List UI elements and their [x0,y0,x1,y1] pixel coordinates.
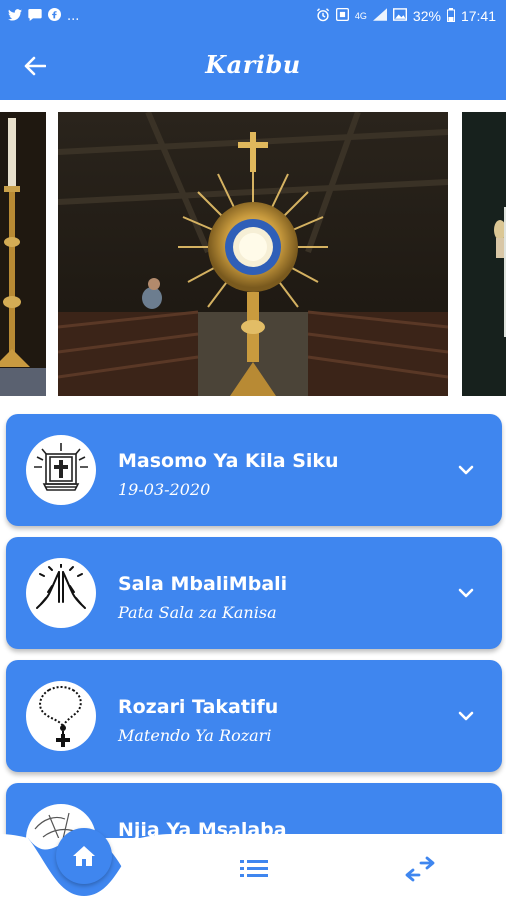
nav-list-button[interactable] [240,858,268,882]
facebook-icon [48,8,61,24]
carousel-slide-candlestick[interactable] [0,112,46,396]
menu-card-sala[interactable]: Sala MbaliMbali Pata Sala za Kanisa [6,537,502,649]
network-type: 4G [354,11,367,21]
rosary-icon [26,681,96,751]
menu-card-rozari[interactable]: Rozari Takatifu Matendo Ya Rozari [6,660,502,772]
chevron-down-icon[interactable] [456,583,476,603]
carousel-slide-monstrance[interactable] [58,112,448,396]
chevron-down-icon[interactable] [456,706,476,726]
praying-hands-icon [26,558,96,628]
alarm-icon [316,7,330,25]
swap-icon [405,856,435,882]
menu-card-subtitle: 19-03-2020 [118,480,211,499]
clock: 17:41 [460,8,496,24]
page-title: Karibu [205,50,301,79]
nav-swap-button[interactable] [405,856,435,886]
nav-home-button[interactable] [56,828,112,884]
candle-image [462,112,506,396]
candlestick-image [0,112,46,396]
monstrance-image [58,112,448,396]
menu-card-title: Sala MbaliMbali [118,573,288,595]
list-icon [240,860,268,877]
status-right: 4G 32% 17:41 [316,7,496,25]
chat-icon [28,8,42,24]
status-more: ... [67,8,80,24]
gallery-icon [392,8,407,24]
menu-card-subtitle: Pata Sala za Kanisa [118,603,277,622]
battery-percent: 32% [412,8,441,24]
menu-card-title: Rozari Takatifu [118,696,279,718]
twitter-icon [8,8,22,24]
menu-card-title: Masomo Ya Kila Siku [118,450,339,472]
image-carousel[interactable] [0,112,506,396]
chevron-down-icon[interactable] [456,460,476,480]
signal-icon [372,8,387,24]
bible-icon [26,435,96,505]
menu-card-subtitle: Matendo Ya Rozari [118,726,272,745]
menu-card-masomo[interactable]: Masomo Ya Kila Siku 19-03-2020 [6,414,502,526]
battery-icon [446,7,455,25]
app-bar: Karibu [0,32,506,100]
carousel-slide-candle[interactable] [462,112,506,396]
nfc-icon [335,8,349,24]
status-bar: ... 4G 32% 17:41 [0,0,506,32]
home-icon [73,846,95,866]
status-left: ... [8,8,79,24]
